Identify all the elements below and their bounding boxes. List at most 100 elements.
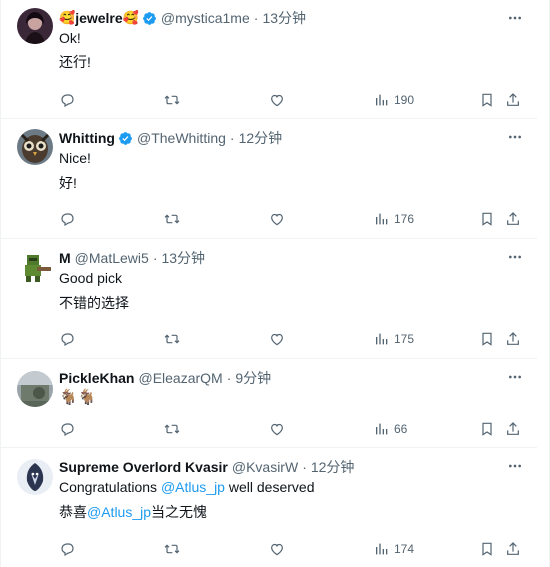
tweet-header: 🥰 jewelre 🥰 @mystica1me · 13分钟 <box>59 8 306 28</box>
avatar[interactable] <box>17 371 53 407</box>
reply-button[interactable] <box>59 90 75 110</box>
views-button[interactable]: 66 <box>374 419 407 439</box>
share-button[interactable] <box>505 209 521 229</box>
text-segment: Congratulations <box>59 479 161 495</box>
retweet-button[interactable] <box>164 419 180 439</box>
retweet-icon <box>164 541 180 557</box>
bookmark-button[interactable] <box>479 539 495 559</box>
views-icon <box>374 92 390 108</box>
bookmark-button[interactable] <box>479 419 495 439</box>
reply-button[interactable] <box>59 329 75 349</box>
view-count: 66 <box>394 422 408 436</box>
display-name[interactable]: M <box>59 250 71 266</box>
name-emoji: 🥰 <box>122 10 139 25</box>
retweet-button[interactable] <box>164 539 180 559</box>
timestamp[interactable]: 12分钟 <box>311 457 355 477</box>
views-icon <box>374 331 390 347</box>
views-icon <box>374 541 390 557</box>
views-button[interactable]: 176 <box>374 209 414 229</box>
timestamp[interactable]: 9分钟 <box>235 368 271 388</box>
bookmark-button[interactable] <box>479 329 495 349</box>
timestamp[interactable]: 13分钟 <box>161 248 205 268</box>
tweet[interactable]: PickleKhan @EleazarQM · 9分钟 🐐🐐 66 <box>1 359 537 448</box>
avatar[interactable] <box>17 129 53 165</box>
user-handle[interactable]: @KvasirW <box>232 459 298 475</box>
more-icon[interactable] <box>507 249 523 265</box>
user-handle[interactable]: @EleazarQM <box>138 370 222 386</box>
name-emoji: 🥰 <box>59 10 76 25</box>
views-icon <box>374 211 390 227</box>
retweet-button[interactable] <box>164 90 180 110</box>
tweet-header: M @MatLewi5 · 13分钟 <box>59 248 205 268</box>
like-button[interactable] <box>269 329 285 349</box>
bookmark-icon <box>479 421 495 437</box>
mention-link[interactable]: @Atlus_jp <box>87 504 151 520</box>
tweet[interactable]: Supreme Overlord Kvasir @KvasirW · 12分钟 … <box>1 448 537 567</box>
more-icon[interactable] <box>507 369 523 385</box>
like-button[interactable] <box>269 539 285 559</box>
share-button[interactable] <box>505 90 521 110</box>
tweet[interactable]: Whitting @TheWhitting · 12分钟 Nice! 好! 17… <box>1 119 537 239</box>
share-button[interactable] <box>505 539 521 559</box>
text-segment: well deserved <box>224 479 315 495</box>
retweet-button[interactable] <box>164 209 180 229</box>
like-button[interactable] <box>269 209 285 229</box>
tweet[interactable]: 🥰 jewelre 🥰 @mystica1me · 13分钟 Ok! 还行! 1… <box>1 0 537 119</box>
separator-dot: · <box>302 459 307 475</box>
share-button[interactable] <box>505 419 521 439</box>
like-icon <box>269 421 285 437</box>
bookmark-button[interactable] <box>479 90 495 110</box>
avatar[interactable] <box>17 459 53 495</box>
timestamp[interactable]: 13分钟 <box>262 8 306 28</box>
action-bar: 176 <box>59 209 529 229</box>
reply-button[interactable] <box>59 539 75 559</box>
display-name[interactable]: Whitting <box>59 130 115 146</box>
view-count: 176 <box>394 212 415 226</box>
timestamp[interactable]: 12分钟 <box>239 128 283 148</box>
more-icon[interactable] <box>507 458 523 474</box>
views-icon <box>374 421 390 437</box>
text-segment: 当之无愧 <box>151 504 208 520</box>
views-button[interactable]: 190 <box>374 90 414 110</box>
mention-link[interactable]: @Atlus_jp <box>161 479 225 495</box>
retweet-icon <box>164 421 180 437</box>
share-icon <box>505 421 521 437</box>
reply-feed: 🥰 jewelre 🥰 @mystica1me · 13分钟 Ok! 还行! 1… <box>0 0 550 567</box>
reply-icon <box>59 331 75 347</box>
display-name[interactable]: PickleKhan <box>59 370 134 386</box>
tweet-header: Supreme Overlord Kvasir @KvasirW · 12分钟 <box>59 457 354 477</box>
like-button[interactable] <box>269 419 285 439</box>
retweet-icon <box>164 331 180 347</box>
tweet-text: Ok! <box>59 30 81 46</box>
share-icon <box>505 541 521 557</box>
display-name[interactable]: Supreme Overlord Kvasir <box>59 459 228 475</box>
more-icon[interactable] <box>507 129 523 145</box>
reply-button[interactable] <box>59 209 75 229</box>
views-button[interactable]: 174 <box>374 539 414 559</box>
user-handle[interactable]: @MatLewi5 <box>75 250 149 266</box>
separator-dot: · <box>229 130 235 146</box>
user-handle[interactable]: @TheWhitting <box>137 130 226 146</box>
separator-dot: · <box>226 370 232 386</box>
views-button[interactable]: 175 <box>374 329 414 349</box>
more-icon[interactable] <box>507 10 523 26</box>
share-button[interactable] <box>505 329 521 349</box>
action-bar: 66 <box>59 419 529 439</box>
like-button[interactable] <box>269 90 285 110</box>
verified-icon <box>118 131 133 146</box>
display-name[interactable]: jewelre <box>75 10 122 26</box>
share-icon <box>505 211 521 227</box>
verified-icon <box>142 11 157 26</box>
text-segment: 恭喜 <box>59 504 87 520</box>
user-handle[interactable]: @mystica1me <box>161 10 250 26</box>
tweet-text: Nice! <box>59 150 91 166</box>
bookmark-button[interactable] <box>479 209 495 229</box>
tweet[interactable]: M @MatLewi5 · 13分钟 Good pick 不错的选择 175 <box>1 239 537 359</box>
reply-icon <box>59 541 75 557</box>
retweet-button[interactable] <box>164 329 180 349</box>
avatar[interactable] <box>17 8 53 44</box>
view-count: 174 <box>394 542 415 556</box>
avatar[interactable] <box>17 249 53 285</box>
reply-button[interactable] <box>59 419 75 439</box>
like-icon <box>269 211 285 227</box>
